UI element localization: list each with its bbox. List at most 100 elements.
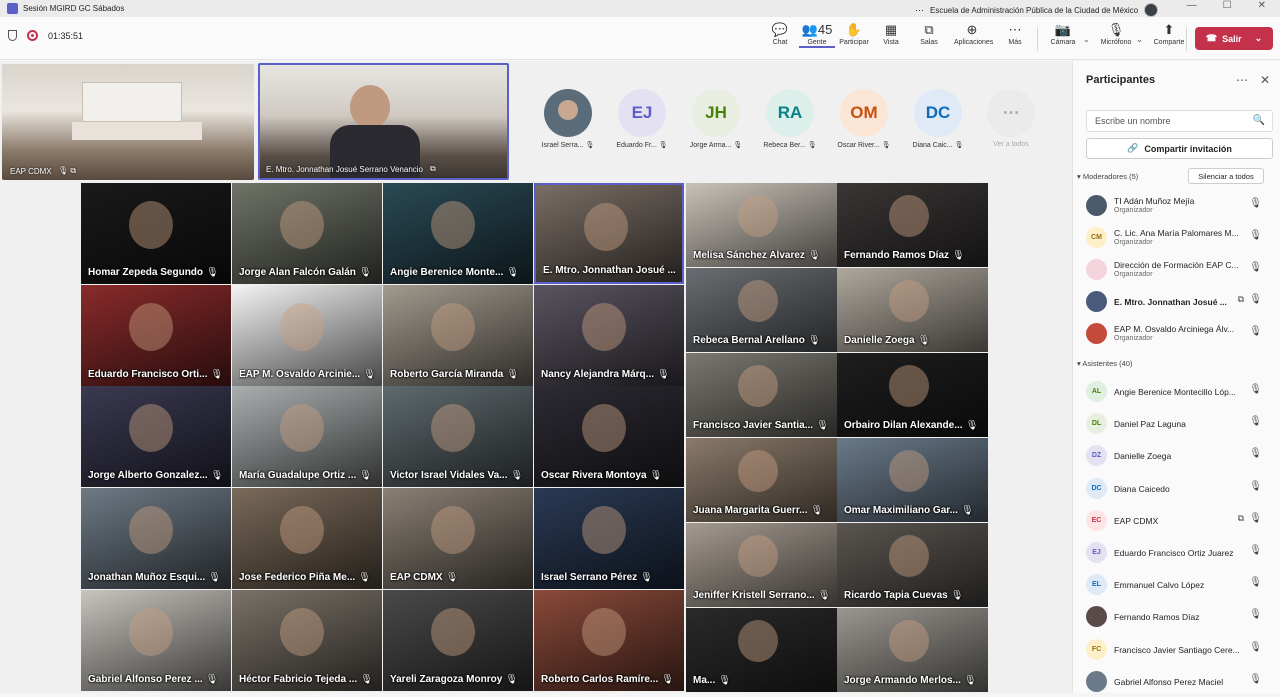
see-all-button[interactable]: ⋯	[987, 89, 1035, 137]
participant-avatar[interactable]: EJ	[618, 89, 666, 137]
participant-avatar[interactable]: JH	[692, 89, 740, 137]
dots-icon[interactable]: ⋯	[915, 5, 924, 16]
mic-off-icon[interactable]: 🎙	[1249, 674, 1262, 685]
mic-off-icon[interactable]: 🎙	[1249, 230, 1262, 241]
video-tile[interactable]: Héctor Fabricio Tejeda ... 🎙	[232, 590, 382, 691]
toolbar-button-7[interactable]: 📷 Cámara	[1045, 21, 1081, 46]
participant-row[interactable]: EJ Eduardo Francisco Ortiz Juarez 🎙	[1086, 538, 1276, 568]
video-tile[interactable]: Jorge Alan Falcón Galán 🎙	[232, 183, 382, 284]
participant-row[interactable]: EAP M. Osvaldo Arciniega Álv... Organizad…	[1086, 319, 1276, 349]
participant-row[interactable]: E. Mtro. Jonnathan Josué ... ⧉ 🎙	[1086, 287, 1276, 317]
mic-off-icon[interactable]: 🎙	[1249, 294, 1262, 305]
attendees-header[interactable]: ▾ Asistentes (40)	[1077, 359, 1132, 368]
video-tile[interactable]: Jorge Armando Merlos... 🎙	[837, 608, 988, 692]
video-tile[interactable]: Jorge Alberto Gonzalez... 🎙	[81, 386, 231, 487]
mic-off-icon[interactable]: 🎙	[1249, 545, 1262, 556]
participant-avatar[interactable]: RA	[766, 89, 814, 137]
participant-row[interactable]: TI Adán Muñoz Mejía Organizador 🎙	[1086, 191, 1276, 221]
video-tile[interactable]: Roberto Carlos Ramíre... 🎙	[534, 590, 684, 691]
video-tile[interactable]: Jonathan Muñoz Esqui... 🎙	[81, 488, 231, 589]
participant-row[interactable]: DL Daniel Paz Laguna 🎙	[1086, 409, 1276, 439]
video-tile[interactable]: Angie Berenice Monte... 🎙	[383, 183, 533, 284]
camera-options-icon[interactable]: ⌄	[1083, 35, 1090, 44]
minimize-icon[interactable]: —	[1187, 0, 1197, 11]
toolbar-button-0[interactable]: 💬 Chat	[762, 21, 798, 46]
video-tile[interactable]: Juana Margarita Guerr... 🎙	[686, 438, 837, 522]
mic-off-icon[interactable]: 🎙	[1249, 481, 1262, 492]
toolbar-button-2[interactable]: ✋ Participar	[836, 21, 872, 46]
video-tile[interactable]: Oscar Rivera Montoya 🎙	[534, 386, 684, 487]
participant-avatar	[1086, 291, 1107, 312]
toolbar-button-8[interactable]: 🎙 Micrófono	[1098, 21, 1134, 46]
video-tile[interactable]: EAP M. Osvaldo Arcinie... 🎙	[232, 285, 382, 386]
moderators-header[interactable]: ▾ Moderadores (5)	[1077, 172, 1138, 181]
video-tile[interactable]: Yareli Zaragoza Monroy 🎙	[383, 590, 533, 691]
participant-avatar[interactable]	[544, 89, 592, 137]
video-tile[interactable]: Jeniffer Kristell Serrano... 🎙	[686, 523, 837, 607]
mic-off-icon[interactable]: 🎙	[1249, 577, 1262, 588]
video-tile[interactable]: Orbairo Dilan Alexande... 🎙	[837, 353, 988, 437]
video-tile[interactable]: Fernando Ramos Díaz 🎙	[837, 183, 988, 267]
toolbar-button-6[interactable]: ⋯ Más	[997, 21, 1033, 46]
video-tile[interactable]: Ricardo Tapia Cuevas 🎙	[837, 523, 988, 607]
video-tile[interactable]: Eduardo Francisco Orti... 🎙	[81, 285, 231, 386]
participant-row[interactable]: EC EAP CDMX ⧉ 🎙	[1086, 506, 1276, 536]
mic-options-icon[interactable]: ⌄	[1136, 35, 1143, 44]
pinned-video-jonnathan[interactable]: E. Mtro. Jonnathan Josué Serrano Venanci…	[258, 63, 509, 180]
participant-row[interactable]: Gabriel Alfonso Perez Maciel 🎙	[1086, 667, 1276, 697]
video-tile[interactable]: Gabriel Alfonso Perez ... 🎙	[81, 590, 231, 691]
video-tile[interactable]: Homar Zepeda Segundo 🎙	[81, 183, 231, 284]
video-tile[interactable]: EAP CDMX 🎙	[383, 488, 533, 589]
participant-row[interactable]: DZ Danielle Zoega 🎙	[1086, 441, 1276, 471]
mic-off-icon[interactable]: 🎙	[1249, 262, 1262, 273]
participant-row[interactable]: DC Diana Caicedo 🎙	[1086, 474, 1276, 504]
share-invite-button[interactable]: 🔗 Compartir invitación	[1086, 138, 1273, 159]
chevron-down-icon[interactable]: ⌄	[1255, 33, 1263, 44]
search-input[interactable]: Escribe un nombre 🔍	[1086, 110, 1273, 132]
participant-row[interactable]: CM C. Lic. Ana María Palomares M... Organi…	[1086, 223, 1276, 253]
toolbar-button-5[interactable]: ⊕ Aplicaciones	[954, 21, 993, 46]
participant-row[interactable]: Dirección de Formación EAP C... Organizad…	[1086, 255, 1276, 285]
participant-row[interactable]: EL Emmanuel Calvo López 🎙	[1086, 570, 1276, 600]
participant-avatar[interactable]: OM	[840, 89, 888, 137]
shield-icon[interactable]	[8, 30, 17, 41]
video-tile[interactable]: Rebeca Bernal Arellano 🎙	[686, 268, 837, 352]
more-options-icon[interactable]: ⋯	[1236, 73, 1248, 87]
mic-off-icon[interactable]: 🎙	[1249, 326, 1262, 337]
toolbar-button-1[interactable]: 👥45 Gente	[799, 21, 835, 48]
video-tile[interactable]: Melisa Sánchez Alvarez 🎙	[686, 183, 837, 267]
toolbar-button-9[interactable]: ⬆ Comparte	[1151, 21, 1187, 46]
mic-off-icon[interactable]: 🎙	[1249, 198, 1262, 209]
mic-off-icon[interactable]: 🎙	[1249, 416, 1262, 427]
maximize-icon[interactable]: ☐	[1223, 0, 1232, 11]
leave-button[interactable]: ☎ Salir ⌄	[1195, 27, 1273, 50]
close-panel-icon[interactable]: ✕	[1260, 73, 1270, 87]
video-tile[interactable]: E. Mtro. Jonnathan Josué ...🎙	[534, 183, 684, 284]
participant-row[interactable]: AL Angie Berenice Montecillo Lóp... 🎙	[1086, 377, 1276, 407]
mic-off-icon[interactable]: 🎙	[1249, 642, 1262, 653]
participant-row[interactable]: Fernando Ramos Díaz 🎙	[1086, 602, 1276, 632]
video-tile[interactable]: María Guadalupe Ortiz ... 🎙	[232, 386, 382, 487]
mic-off-icon[interactable]: 🎙	[1249, 384, 1262, 395]
video-tile[interactable]: Victor Israel Vidales Va... 🎙	[383, 386, 533, 487]
video-tile[interactable]: Nancy Alejandra Márq... 🎙	[534, 285, 684, 386]
toolbar-button-3[interactable]: ▦ Vista	[873, 21, 909, 46]
video-tile[interactable]: Omar Maximiliano Gar... 🎙	[837, 438, 988, 522]
mic-off-icon[interactable]: 🎙	[1249, 609, 1262, 620]
mute-all-button[interactable]: Silenciar a todos	[1188, 168, 1264, 184]
user-avatar[interactable]	[1144, 3, 1159, 17]
close-icon[interactable]: ✕	[1258, 0, 1266, 11]
toolbar-button-4[interactable]: ⧉ Salas	[911, 21, 947, 46]
participant-row[interactable]: FC Francisco Javier Santiago Cere... 🎙	[1086, 635, 1276, 665]
video-tile[interactable]: Francisco Javier Santia... 🎙	[686, 353, 837, 437]
video-tile[interactable]: Israel Serrano Pérez 🎙	[534, 488, 684, 589]
participant-avatar[interactable]: DC	[914, 89, 962, 137]
mic-off-icon[interactable]: 🎙	[1249, 448, 1262, 459]
video-tile[interactable]: Roberto García Miranda 🎙	[383, 285, 533, 386]
video-tile[interactable]: Jose Federico Piña Me... 🎙	[232, 488, 382, 589]
mic-off-icon: 🎙	[210, 369, 224, 380]
pinned-video-eap-cdmx[interactable]: EAP CDMX 🎙 ⧉	[2, 64, 254, 180]
video-tile[interactable]: Ma... 🎙	[686, 608, 837, 692]
mic-off-icon[interactable]: 🎙	[1249, 513, 1262, 524]
video-tile[interactable]: Danielle Zoega 🎙	[837, 268, 988, 352]
